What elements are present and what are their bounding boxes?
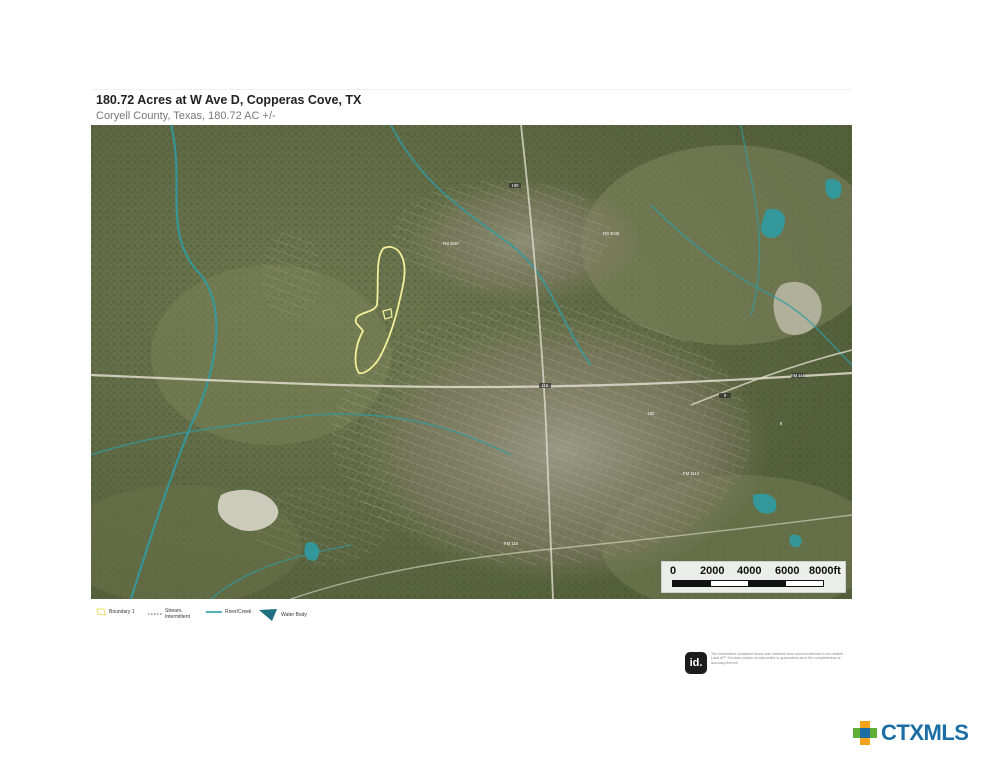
- map-legend: Boundary 1 Stream, Intermittent River/Cr…: [96, 606, 356, 626]
- road-label: FM 2657: [443, 241, 460, 246]
- scale-labels: 0 2000 4000 6000 8000ft: [670, 565, 841, 577]
- disclaimer-text: The information contained herein was obt…: [711, 652, 845, 665]
- water-body-icon: [259, 609, 277, 621]
- scale-label: 6000: [775, 565, 800, 577]
- texas-cross-logo: [853, 721, 877, 745]
- road-label: FM 116: [504, 541, 519, 546]
- scale-bar: 0 2000 4000 6000 8000ft: [661, 561, 846, 593]
- legend-label: Boundary 1: [109, 609, 135, 615]
- satellite-map[interactable]: 190 116 9 FM 116 FM 2657 FM 3046 190 FM 1113 9 FM…: [91, 125, 852, 599]
- landid-logo: id.: [685, 652, 707, 674]
- legend-item-water-body: Water Body: [258, 608, 307, 622]
- river-line-icon: [206, 611, 222, 613]
- legend-item-river: River/Creek: [206, 608, 251, 616]
- ctxmls-brand: CTXMLS: [851, 719, 969, 747]
- road-label: FM 1113: [683, 471, 700, 476]
- brand-name: CTXMLS: [881, 720, 969, 745]
- map-canvas: 1901169FM 116FM 2657FM 3046190FM 11139FM…: [91, 125, 852, 599]
- legend-label: Stream, Intermittent: [165, 608, 191, 620]
- legend-label: River/Creek: [225, 609, 252, 615]
- scale-track: [672, 580, 824, 587]
- legend-item-boundary: Boundary 1: [96, 608, 135, 616]
- scale-label: 2000: [700, 565, 725, 577]
- road-label: 190: [648, 411, 656, 416]
- scale-label: 0: [670, 565, 677, 577]
- map-sheet: 180.72 Acres at W Ave D, Copperas Cove, …: [91, 89, 852, 680]
- boundary-icon: [96, 608, 106, 616]
- disclaimer: id. The information contained herein was…: [685, 652, 850, 680]
- road-label: 190: [512, 183, 520, 188]
- map-subtitle: Coryell County, Texas, 180.72 AC +/-: [96, 110, 276, 122]
- road-label: 116: [542, 383, 549, 388]
- legend-item-stream: Stream, Intermittent: [148, 608, 191, 620]
- dotted-line-icon: [148, 613, 162, 615]
- road-label: FM 116: [791, 373, 806, 378]
- map-title: 180.72 Acres at W Ave D, Copperas Cove, …: [96, 93, 362, 107]
- road-label: FM 3046: [603, 231, 620, 236]
- scale-label: 8000ft: [809, 565, 841, 577]
- legend-label: Water Body: [281, 612, 307, 618]
- scale-label: 4000: [737, 565, 762, 577]
